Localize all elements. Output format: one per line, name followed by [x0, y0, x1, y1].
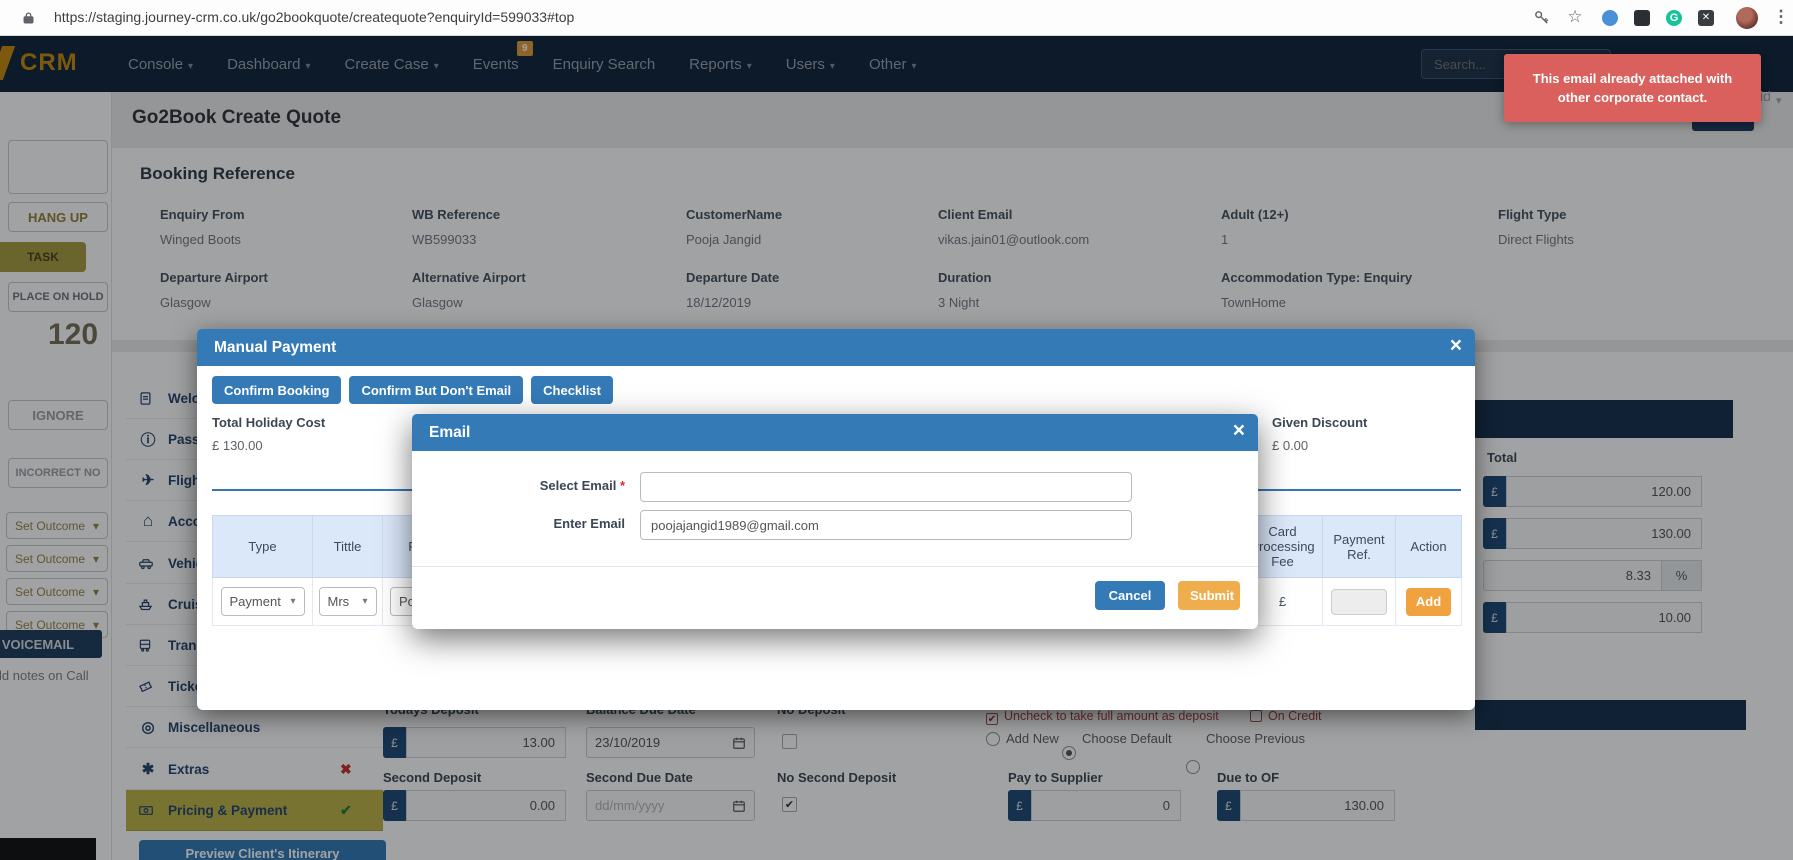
manual-payment-actions: Confirm Booking Confirm But Don't Email …	[212, 376, 613, 404]
chevron-down-icon: ▾	[362, 596, 368, 607]
confirm-booking-button[interactable]: Confirm Booking	[212, 376, 342, 404]
enter-email-input[interactable]	[640, 510, 1132, 540]
close-icon[interactable]: ×	[1450, 334, 1462, 358]
type-select[interactable]: Payment ▾	[220, 587, 305, 616]
extension-icon-blue[interactable]	[1602, 10, 1618, 26]
close-icon[interactable]: ×	[1233, 419, 1245, 443]
browser-address-bar[interactable]: https://staging.journey-crm.co.uk/go2boo…	[0, 0, 1793, 36]
required-asterisk: *	[619, 478, 625, 493]
checklist-button[interactable]: Checklist	[531, 376, 613, 404]
submit-button[interactable]: Submit	[1178, 581, 1240, 610]
browser-menu-dots-icon[interactable]: ⋮	[1772, 8, 1790, 26]
key-icon[interactable]	[1533, 9, 1550, 26]
email-modal: Email × Select Email * Enter Email Cance…	[412, 414, 1258, 629]
cancel-button[interactable]: Cancel	[1095, 581, 1165, 610]
manual-payment-modal-title: Manual Payment	[214, 338, 337, 356]
email-modal-header: Email ×	[412, 414, 1258, 451]
url-text[interactable]: https://staging.journey-crm.co.uk/go2boo…	[54, 9, 574, 25]
extension-icon-dark[interactable]	[1634, 10, 1650, 26]
title-select[interactable]: Mrs ▾	[318, 587, 377, 616]
total-holiday-cost-value: £ 130.00	[212, 438, 263, 453]
extension-icon-green[interactable]: G	[1666, 10, 1682, 26]
given-discount-value: £ 0.00	[1272, 438, 1309, 453]
chevron-down-icon: ▾	[290, 596, 296, 607]
divider	[412, 566, 1258, 567]
confirm-no-email-button[interactable]: Confirm But Don't Email	[349, 376, 524, 404]
extension-icon-x[interactable]: ✕	[1698, 10, 1714, 26]
select-email-input[interactable]	[640, 472, 1132, 502]
email-modal-title: Email	[429, 423, 471, 441]
enter-email-label: Enter Email	[553, 516, 625, 531]
lock-icon	[22, 10, 35, 26]
add-button[interactable]: Add	[1405, 587, 1452, 616]
screen: https://staging.journey-crm.co.uk/go2boo…	[0, 0, 1793, 860]
browser-profile-avatar[interactable]	[1736, 7, 1758, 29]
select-email-label: Select Email *	[539, 478, 625, 493]
bookmark-star-icon[interactable]: ☆	[1566, 8, 1584, 26]
total-holiday-cost-label: Total Holiday Cost	[212, 415, 326, 430]
payment-ref-input[interactable]	[1331, 588, 1387, 615]
toast-notification[interactable]: This email already attached with other c…	[1504, 54, 1761, 122]
given-discount-label: Given Discount	[1272, 415, 1368, 430]
manual-payment-modal-header: Manual Payment ×	[197, 329, 1475, 366]
